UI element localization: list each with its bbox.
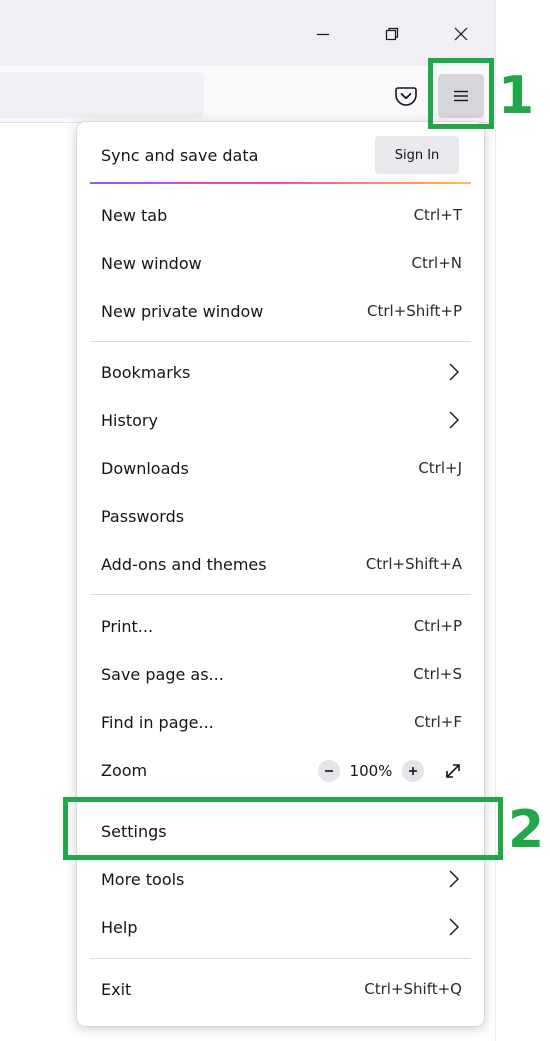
- menu-item-label: Print...: [101, 617, 154, 636]
- menu-item-new-private-window[interactable]: New private window Ctrl+Shift+P: [85, 290, 476, 334]
- menu-item-shortcut: Ctrl+P: [413, 617, 462, 635]
- menu-item-label: Save page as...: [101, 665, 224, 684]
- fullscreen-icon: [446, 764, 460, 778]
- zoom-out-button[interactable]: [318, 760, 340, 782]
- sync-gradient-separator: [90, 182, 471, 184]
- minimize-icon: [317, 33, 329, 36]
- menu-item-history[interactable]: History: [85, 399, 476, 443]
- menu-item-label: Exit: [101, 980, 132, 999]
- zoom-controls: 100%: [318, 756, 466, 786]
- menu-item-print[interactable]: Print... Ctrl+P: [85, 605, 476, 649]
- menu-item-label: New private window: [101, 302, 264, 321]
- menu-item-label: Find in page...: [101, 713, 214, 732]
- annotation-marker-2: 2: [508, 800, 545, 860]
- menu-item-shortcut: Ctrl+S: [413, 665, 462, 683]
- menu-item-shortcut: Ctrl+N: [411, 254, 462, 272]
- menu-item-zoom: Zoom 100%: [85, 749, 476, 793]
- menu-item-addons-and-themes[interactable]: Add-ons and themes Ctrl+Shift+A: [85, 543, 476, 587]
- menu-item-more-tools[interactable]: More tools: [85, 858, 476, 902]
- close-window-button[interactable]: [441, 14, 481, 54]
- chevron-right-icon: [449, 411, 459, 429]
- menu-item-label: Downloads: [101, 459, 189, 478]
- fullscreen-button[interactable]: [440, 758, 466, 784]
- annotation-highlight-menu-button: [428, 58, 494, 129]
- menu-item-shortcut: Ctrl+F: [414, 713, 462, 731]
- menu-item-label: Passwords: [101, 507, 185, 526]
- zoom-label: Zoom: [101, 761, 148, 780]
- sign-in-button[interactable]: Sign In: [375, 136, 459, 174]
- menu-item-exit[interactable]: Exit Ctrl+Shift+Q: [85, 968, 476, 1012]
- chevron-right-icon: [449, 870, 459, 888]
- zoom-in-icon: [409, 767, 417, 775]
- menu-item-find-in-page[interactable]: Find in page... Ctrl+F: [85, 701, 476, 745]
- menu-item-shortcut: Ctrl+T: [413, 206, 462, 224]
- menu-item-shortcut: Ctrl+Shift+Q: [364, 980, 462, 998]
- menu-separator: [90, 594, 471, 595]
- zoom-level-value[interactable]: 100%: [340, 762, 402, 780]
- pocket-button[interactable]: [388, 78, 424, 114]
- annotation-highlight-settings: [63, 797, 503, 860]
- url-bar[interactable]: [0, 72, 204, 118]
- menu-item-label: Add-ons and themes: [101, 555, 267, 574]
- menu-item-shortcut: Ctrl+Shift+A: [365, 555, 462, 573]
- zoom-in-button[interactable]: [402, 760, 424, 782]
- zoom-out-icon: [325, 770, 333, 772]
- menu-item-shortcut: Ctrl+J: [418, 459, 462, 477]
- menu-separator: [90, 341, 471, 342]
- menu-separator: [90, 958, 471, 959]
- title-bar: [0, 0, 496, 66]
- menu-item-label: Bookmarks: [101, 363, 191, 382]
- pocket-icon: [395, 87, 417, 106]
- menu-item-downloads[interactable]: Downloads Ctrl+J: [85, 447, 476, 491]
- menu-item-save-page-as[interactable]: Save page as... Ctrl+S: [85, 653, 476, 697]
- chevron-right-icon: [449, 363, 459, 381]
- application-menu-panel: Sync and save data Sign In New tab Ctrl+…: [77, 122, 484, 1026]
- menu-item-label: History: [101, 411, 158, 430]
- menu-item-bookmarks[interactable]: Bookmarks: [85, 351, 476, 395]
- restore-button[interactable]: [372, 14, 412, 54]
- menu-item-shortcut: Ctrl+Shift+P: [367, 302, 462, 320]
- menu-item-passwords[interactable]: Passwords: [85, 495, 476, 539]
- menu-item-new-tab[interactable]: New tab Ctrl+T: [85, 194, 476, 238]
- minimize-button[interactable]: [303, 14, 343, 54]
- menu-item-label: Help: [101, 918, 138, 937]
- annotation-marker-1: 1: [498, 66, 535, 126]
- menu-item-label: New window: [101, 254, 202, 273]
- sync-label: Sync and save data: [101, 146, 259, 165]
- menu-item-label: More tools: [101, 870, 185, 889]
- menu-item-new-window[interactable]: New window Ctrl+N: [85, 242, 476, 286]
- window-right-edge: [495, 0, 496, 1041]
- restore-icon: [385, 27, 399, 41]
- close-icon: [454, 27, 468, 41]
- menu-item-label: New tab: [101, 206, 168, 225]
- menu-item-help[interactable]: Help: [85, 906, 476, 950]
- sync-row: Sync and save data Sign In: [77, 132, 484, 180]
- chevron-right-icon: [449, 918, 459, 936]
